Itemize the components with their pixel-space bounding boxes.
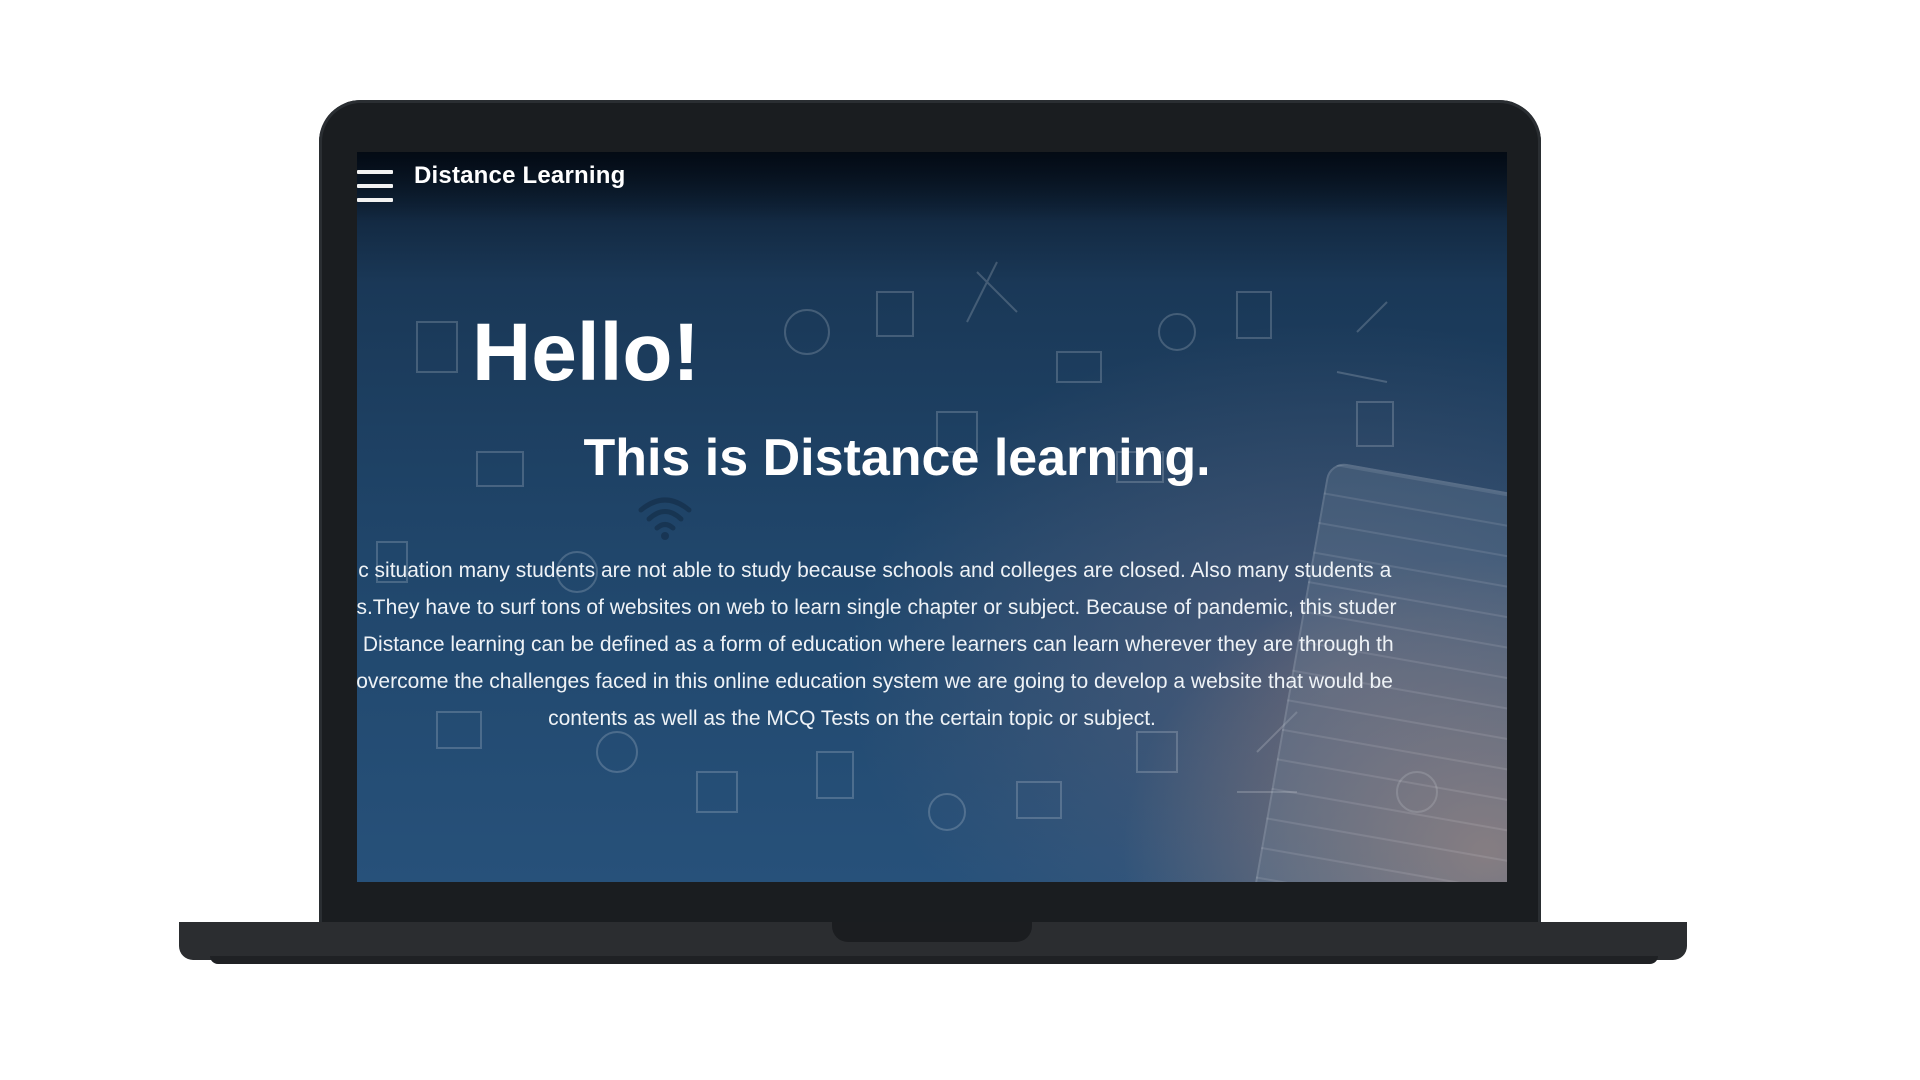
menu-line xyxy=(357,170,393,174)
wifi-icon xyxy=(638,497,692,540)
intro-line: contents as well as the MCQ Tests on the… xyxy=(548,707,1156,730)
laptop-base xyxy=(179,922,1687,960)
laptop-base-foot xyxy=(210,956,1658,964)
hamburger-menu-icon[interactable] xyxy=(357,170,395,204)
laptop-lid: Distance Learning Hello! This is Distanc… xyxy=(319,100,1541,928)
hero-greeting: Hello! xyxy=(472,307,700,398)
laptop-notch xyxy=(832,922,1032,942)
intro-line: demic situation many students are not ab… xyxy=(357,559,1392,582)
menu-line xyxy=(357,184,393,188)
menu-line xyxy=(357,198,393,202)
intro-line: nger. Distance learning can be defined a… xyxy=(357,633,1394,656)
top-navbar: Distance Learning xyxy=(357,152,1507,212)
intro-line: /. To overcome the challenges faced in t… xyxy=(357,670,1393,693)
website-screen: Distance Learning Hello! This is Distanc… xyxy=(357,152,1507,882)
hero-subtitle: This is Distance learning. xyxy=(583,429,1211,487)
intro-line: lasses.They have to surf tons of website… xyxy=(357,596,1397,619)
site-brand-link[interactable]: Distance Learning xyxy=(414,162,625,190)
intro-paragraph: demic situation many students are not ab… xyxy=(357,552,1507,737)
